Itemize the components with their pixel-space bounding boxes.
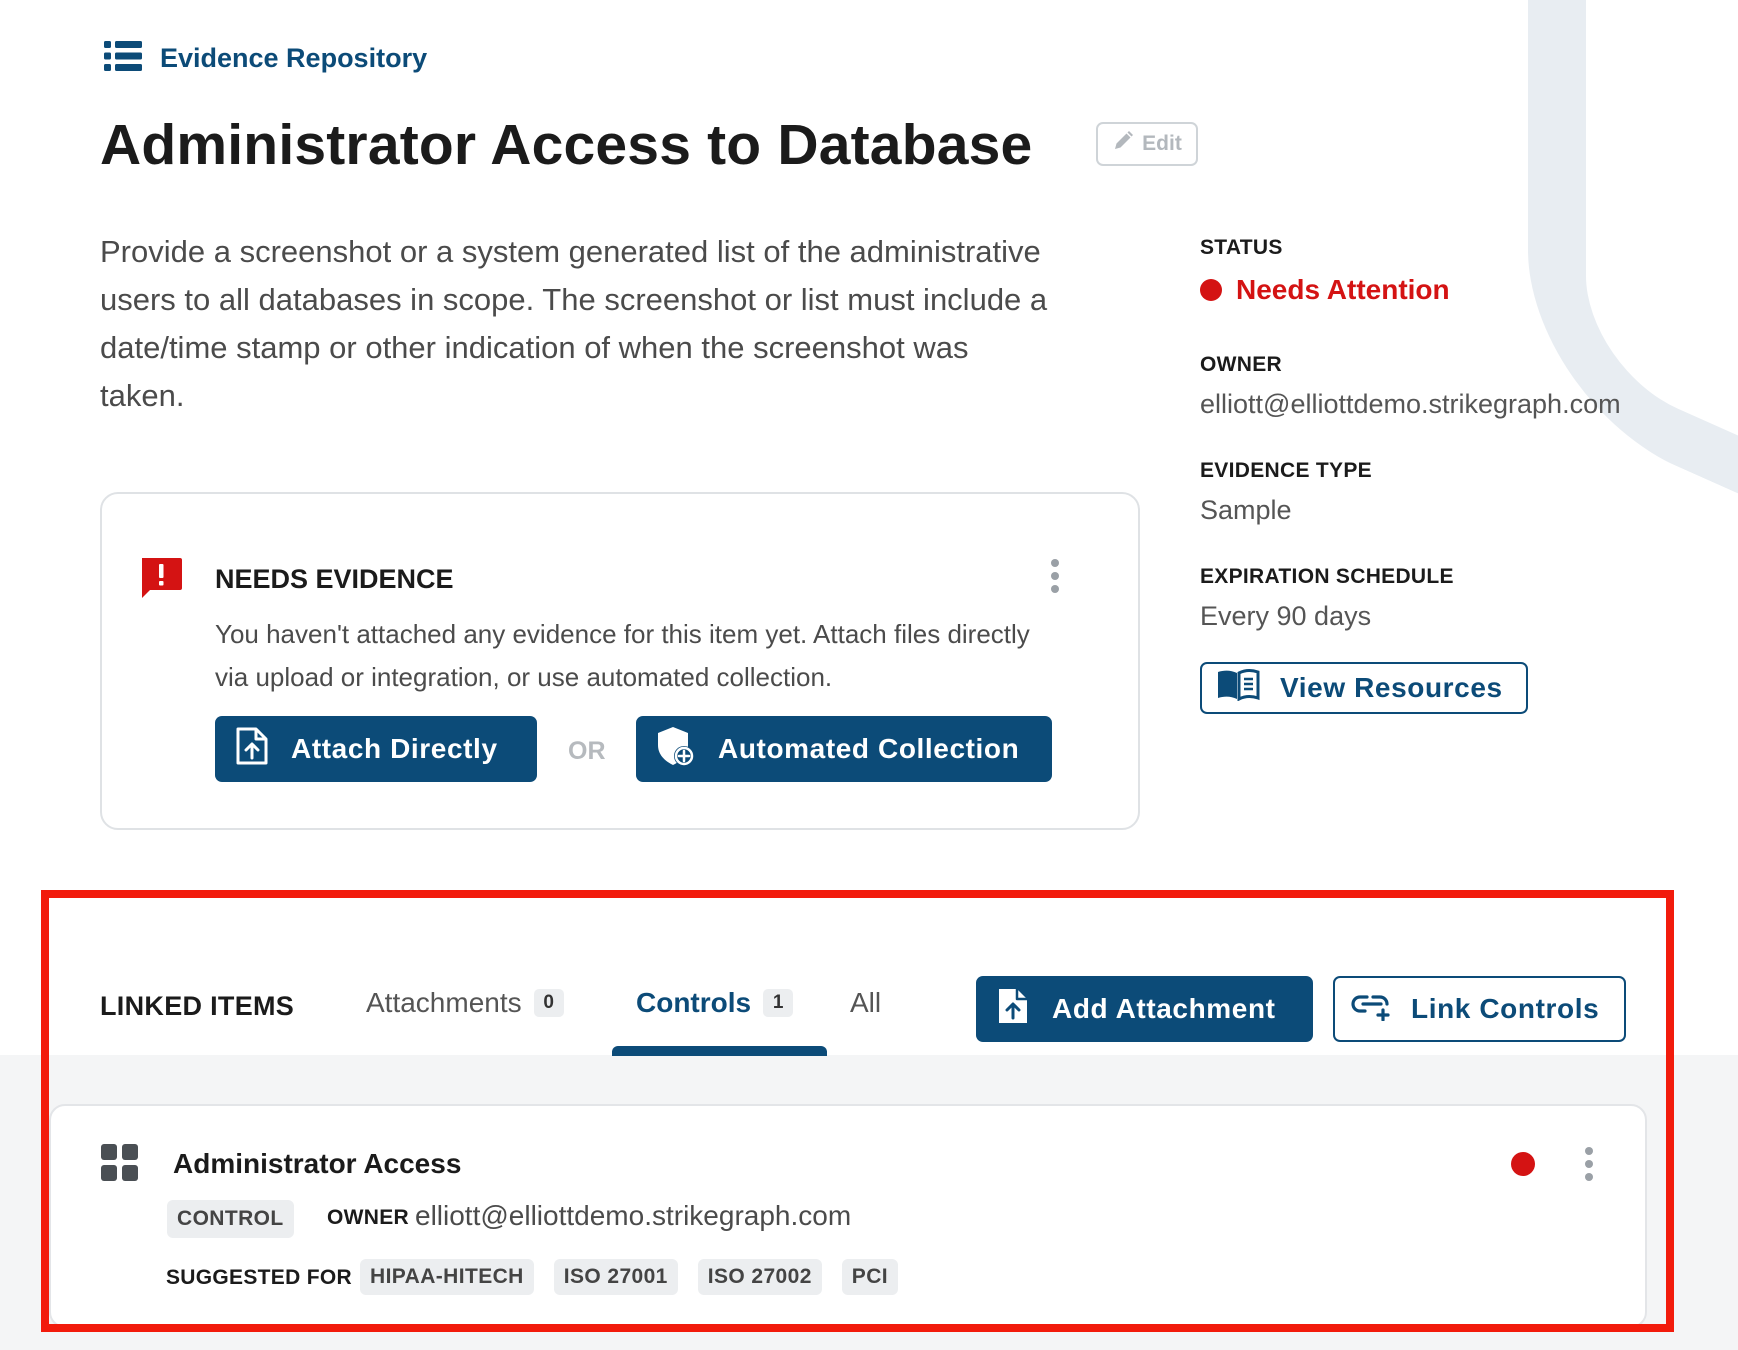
- alert-icon: [138, 556, 184, 607]
- control-grid-icon: [101, 1144, 139, 1187]
- file-upload-icon: [996, 986, 1030, 1033]
- automated-collection-button[interactable]: Automated Collection: [636, 716, 1052, 782]
- owner-label: OWNER: [1200, 353, 1282, 376]
- more-options-icon[interactable]: [1050, 558, 1060, 599]
- status-value: Needs Attention: [1200, 274, 1450, 306]
- needs-evidence-card: NEEDS EVIDENCE You haven't attached any …: [100, 492, 1140, 830]
- evidence-type-label: EVIDENCE TYPE: [1200, 459, 1372, 482]
- link-add-icon: [1351, 991, 1393, 1028]
- needs-evidence-text: You haven't attached any evidence for th…: [215, 619, 1030, 692]
- book-icon: [1216, 668, 1260, 708]
- shield-add-icon: [656, 725, 696, 774]
- control-type-badge: CONTROL: [167, 1200, 294, 1238]
- owner-value: elliott@elliottdemo.strikegraph.com: [1200, 389, 1621, 419]
- page-title: Administrator Access to Database: [100, 113, 1033, 177]
- tab-label: Attachments: [366, 987, 522, 1018]
- tab-label: Controls: [636, 987, 752, 1018]
- status-label: STATUS: [1200, 236, 1283, 259]
- evidence-type-section: EVIDENCE TYPE Sample: [1200, 459, 1372, 526]
- expiration-value: Every 90 days: [1200, 601, 1372, 631]
- evidence-type-value: Sample: [1200, 495, 1292, 525]
- attach-directly-button[interactable]: Attach Directly: [215, 716, 537, 782]
- view-resources-label: View Resources: [1280, 672, 1503, 703]
- add-attachment-label: Add Attachment: [1052, 993, 1276, 1024]
- framework-chip: HIPAA-HITECH: [360, 1259, 534, 1295]
- owner-section: OWNER elliott@elliottdemo.strikegraph.co…: [1200, 353, 1621, 420]
- edit-button[interactable]: Edit: [1096, 122, 1198, 166]
- linked-items-heading: LINKED ITEMS: [100, 991, 295, 1021]
- control-owner-label: OWNER: [327, 1206, 409, 1229]
- tab-count-badge: 0: [533, 989, 564, 1017]
- tab-all[interactable]: All: [850, 987, 881, 1019]
- needs-evidence-title: NEEDS EVIDENCE: [215, 564, 454, 594]
- expiration-label: EXPIRATION SCHEDULE: [1200, 565, 1454, 588]
- linked-control-card[interactable]: Administrator Access CONTROL OWNER ellio…: [49, 1104, 1647, 1328]
- framework-chips: HIPAA-HITECH ISO 27001 ISO 27002 PCI: [360, 1259, 898, 1295]
- control-owner-value: elliott@elliottdemo.strikegraph.com: [415, 1200, 852, 1231]
- breadcrumb-label: Evidence Repository: [160, 43, 428, 73]
- automated-collection-label: Automated Collection: [718, 733, 1020, 764]
- tab-label: All: [850, 987, 882, 1018]
- status-dot-icon: [1200, 279, 1222, 301]
- suggested-for-label: SUGGESTED FOR: [166, 1266, 352, 1289]
- status-section: STATUS Needs Attention: [1200, 236, 1450, 306]
- background-decoration: [1528, 0, 1738, 565]
- edit-button-label: Edit: [1142, 132, 1182, 155]
- list-icon: [104, 40, 142, 77]
- attach-directly-label: Attach Directly: [291, 733, 498, 764]
- status-text: Needs Attention: [1236, 274, 1450, 305]
- control-title[interactable]: Administrator Access: [173, 1148, 461, 1180]
- evidence-description: Provide a screenshot or a system generat…: [100, 234, 1048, 413]
- breadcrumb-evidence-repository[interactable]: Evidence Repository: [104, 40, 427, 77]
- link-controls-button[interactable]: Link Controls: [1333, 976, 1626, 1042]
- view-resources-button[interactable]: View Resources: [1200, 662, 1528, 714]
- expiration-section: EXPIRATION SCHEDULE Every 90 days: [1200, 565, 1454, 632]
- control-status-dot-icon: [1511, 1152, 1535, 1176]
- tab-attachments[interactable]: Attachments 0: [366, 987, 564, 1019]
- file-upload-icon: [235, 726, 269, 773]
- active-tab-indicator: [612, 1046, 827, 1056]
- tab-controls[interactable]: Controls 1: [636, 987, 794, 1019]
- framework-chip: PCI: [841, 1259, 898, 1295]
- pencil-icon: [1112, 130, 1134, 158]
- framework-chip: ISO 27001: [553, 1259, 678, 1295]
- tab-count-badge: 1: [763, 989, 794, 1017]
- framework-chip: ISO 27002: [697, 1259, 822, 1295]
- or-separator: OR: [568, 737, 606, 765]
- control-more-options-icon[interactable]: [1584, 1146, 1594, 1187]
- link-controls-label: Link Controls: [1411, 993, 1600, 1024]
- add-attachment-button[interactable]: Add Attachment: [976, 976, 1313, 1042]
